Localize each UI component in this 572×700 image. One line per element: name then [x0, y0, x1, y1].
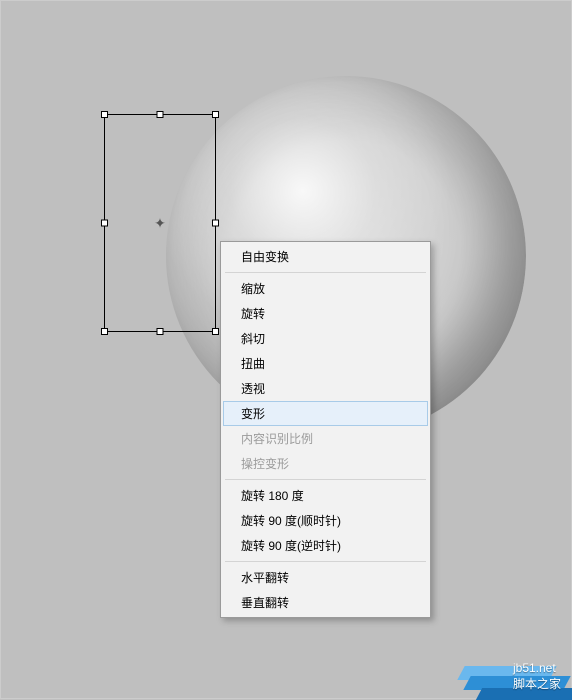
menu-rotate[interactable]: 旋转: [223, 301, 428, 326]
menu-rotate-90-cw[interactable]: 旋转 90 度(顺时针): [223, 508, 428, 533]
menu-warp[interactable]: 变形: [223, 401, 428, 426]
handle-middle-right[interactable]: [212, 220, 219, 227]
menu-rotate-90-ccw[interactable]: 旋转 90 度(逆时针): [223, 533, 428, 558]
menu-flip-vertical[interactable]: 垂直翻转: [223, 590, 428, 615]
handle-bottom-right[interactable]: [212, 328, 219, 335]
menu-separator: [225, 272, 426, 273]
menu-free-transform[interactable]: 自由变换: [223, 244, 428, 269]
watermark: jb51.net 脚本之家: [421, 656, 571, 698]
menu-scale[interactable]: 缩放: [223, 276, 428, 301]
transform-context-menu: 自由变换 缩放 旋转 斜切 扭曲 透视 变形 内容识别比例 操控变形 旋转 18…: [220, 241, 431, 618]
menu-flip-horizontal[interactable]: 水平翻转: [223, 565, 428, 590]
watermark-text: jb51.net 脚本之家: [513, 661, 561, 692]
menu-perspective[interactable]: 透视: [223, 376, 428, 401]
handle-bottom-middle[interactable]: [157, 328, 164, 335]
menu-distort[interactable]: 扭曲: [223, 351, 428, 376]
watermark-url: jb51.net: [513, 661, 556, 675]
transform-center-icon: ✦: [154, 216, 166, 230]
menu-separator: [225, 479, 426, 480]
handle-top-right[interactable]: [212, 111, 219, 118]
menu-skew[interactable]: 斜切: [223, 326, 428, 351]
watermark-label: 脚本之家: [513, 677, 561, 691]
menu-puppet-warp: 操控变形: [223, 451, 428, 476]
handle-middle-left[interactable]: [101, 220, 108, 227]
handle-bottom-left[interactable]: [101, 328, 108, 335]
menu-separator: [225, 561, 426, 562]
handle-top-left[interactable]: [101, 111, 108, 118]
handle-top-middle[interactable]: [157, 111, 164, 118]
transform-bounding-box[interactable]: ✦: [104, 114, 216, 332]
menu-content-aware-scale: 内容识别比例: [223, 426, 428, 451]
menu-rotate-180[interactable]: 旋转 180 度: [223, 483, 428, 508]
